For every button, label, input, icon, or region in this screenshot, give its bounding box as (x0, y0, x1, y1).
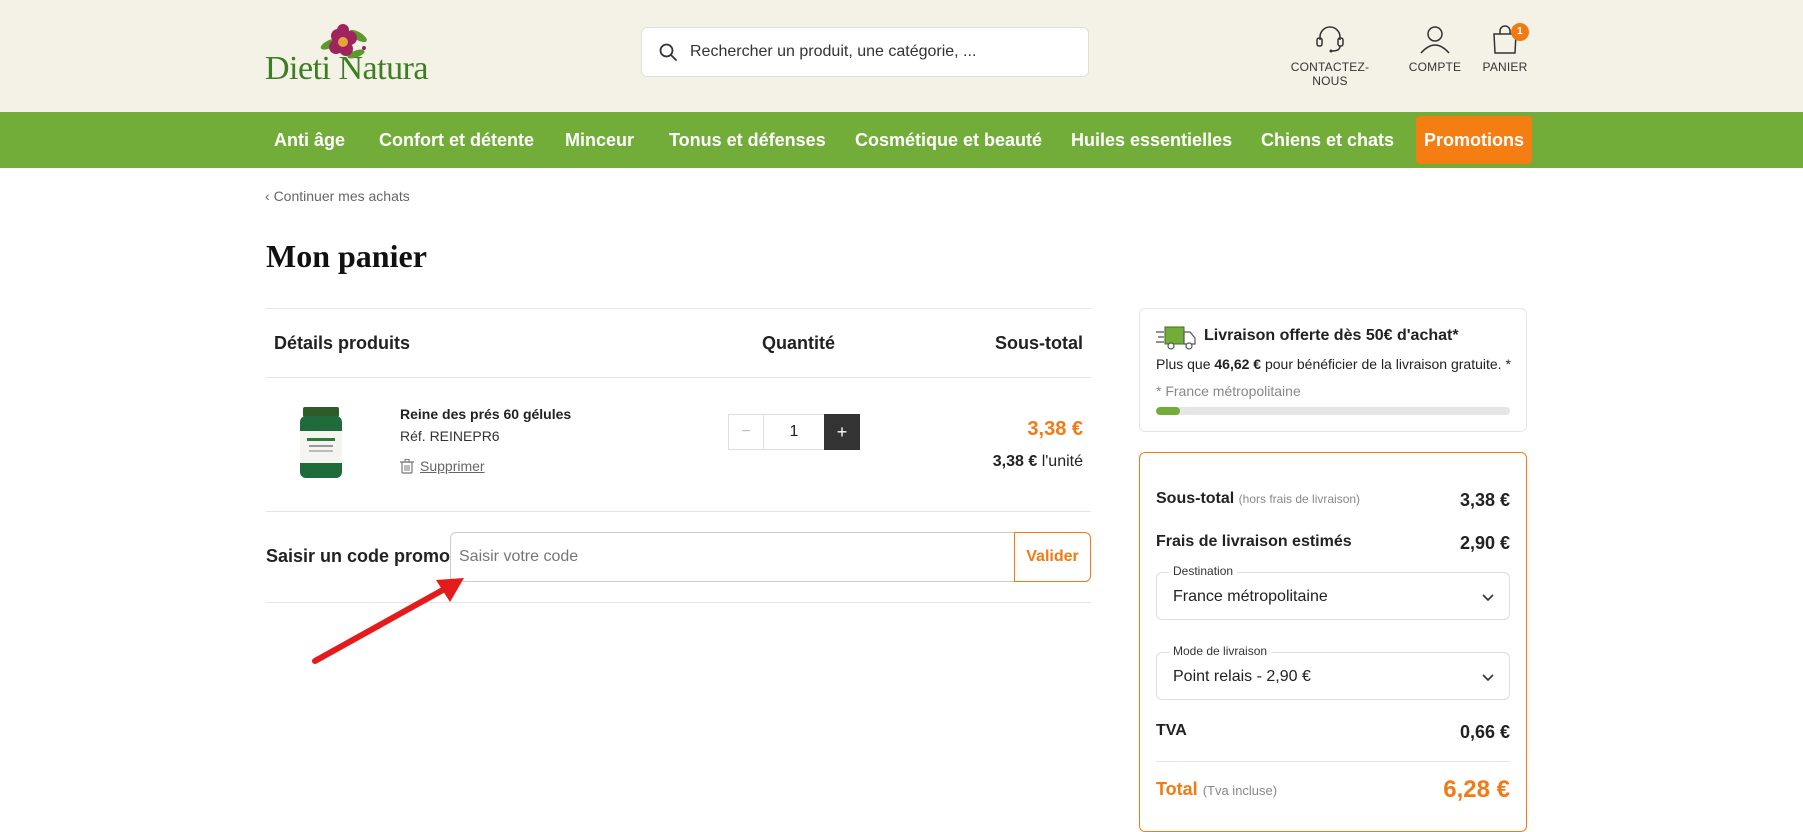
annotation-arrow (312, 578, 464, 664)
summary-subtotal-value: 3,38 € (1459, 490, 1510, 510)
increase-quantity-button[interactable]: + (824, 414, 860, 450)
summary-subtotal-label: Sous-total (1156, 490, 1235, 507)
chevron-left-icon: ‹ (265, 188, 274, 204)
delivery-mode-value: Point relais - 2,90 € (1173, 668, 1311, 685)
free-shipping-progress (1156, 407, 1510, 415)
delivery-mode-legend: Mode de livraison (1169, 644, 1272, 658)
remaining-suffix: pour bénéficier de la livraison gratuite… (1261, 356, 1511, 372)
col-header-subtotal: Sous-total (995, 333, 1083, 353)
summary-tva-row: TVA 0,66 € (1156, 722, 1510, 742)
nav-item-tonus[interactable]: Tonus et défenses (669, 112, 826, 168)
site-logo[interactable]: Dieti Natura (265, 22, 460, 87)
divider (266, 308, 1091, 309)
destination-value: France métropolitaine (1173, 588, 1328, 605)
delivery-mode-select[interactable]: Mode de livraison Point relais - 2,90 € (1156, 644, 1510, 700)
summary-tva-value: 0,66 € (1459, 722, 1510, 742)
user-icon (1420, 26, 1450, 54)
promo-code-input[interactable] (451, 533, 1015, 581)
nav-item-huiles[interactable]: Huiles essentielles (1071, 112, 1232, 168)
nav-item-confort[interactable]: Confort et détente (379, 112, 534, 168)
validate-promo-button[interactable]: Valider (1014, 532, 1091, 582)
cart-link[interactable]: 1 PANIER (1475, 23, 1535, 74)
trash-icon (400, 458, 414, 474)
account-label: COMPTE (1408, 60, 1462, 74)
decrease-quantity-button[interactable]: − (728, 414, 764, 450)
main-nav: Anti âge Confort et détente Minceur Tonu… (0, 112, 1803, 168)
delete-item-button[interactable]: Supprimer (400, 458, 485, 474)
free-shipping-progress-fill (1156, 407, 1181, 415)
logo-wordmark: Dieti Natura (265, 50, 429, 87)
search-input[interactable] (690, 43, 1070, 61)
contact-label: CONTACTEZ-NOUS (1290, 60, 1370, 88)
summary-shipping-row: Frais de livraison estimés 2,90 € (1156, 533, 1510, 553)
quantity-input[interactable]: 1 (764, 414, 824, 450)
remaining-prefix: Plus que (1156, 356, 1215, 372)
nav-item-cosmetique[interactable]: Cosmétique et beauté (855, 112, 1042, 168)
chevron-down-icon (1482, 594, 1494, 602)
delete-item-label: Supprimer (420, 458, 485, 474)
delivery-truck-icon (1156, 326, 1196, 350)
contact-link[interactable]: CONTACTEZ-NOUS (1275, 24, 1385, 88)
product-name[interactable]: Reine des prés 60 gélules (400, 406, 571, 422)
cart-label: PANIER (1482, 60, 1528, 74)
product-image[interactable] (297, 405, 345, 481)
divider (266, 511, 1091, 512)
nav-item-anti-age[interactable]: Anti âge (274, 112, 345, 168)
destination-legend: Destination (1169, 564, 1238, 578)
order-summary-panel: Sous-total (hors frais de livraison) 3,3… (1139, 452, 1527, 832)
continue-shopping-link[interactable]: ‹ Continuer mes achats (265, 188, 410, 204)
summary-shipping-label: Frais de livraison estimés (1156, 533, 1352, 550)
page-title: Mon panier (266, 238, 427, 274)
free-shipping-note: * France métropolitaine (1156, 383, 1301, 399)
summary-total-label: Total (1156, 779, 1198, 799)
free-shipping-remaining: Plus que 46,62 € pour bénéficier de la l… (1156, 356, 1511, 372)
divider (1156, 761, 1510, 762)
nav-item-chiens-chats[interactable]: Chiens et chats (1261, 112, 1394, 168)
line-total: 3,38 € (1027, 418, 1083, 440)
nav-item-promotions[interactable]: Promotions (1416, 116, 1533, 164)
account-link[interactable]: COMPTE (1400, 24, 1470, 74)
continue-shopping-label: Continuer mes achats (273, 188, 410, 204)
col-header-product: Détails produits (274, 333, 411, 353)
summary-total-hint: (Tva incluse) (1202, 783, 1278, 798)
remaining-amount: 46,62 € (1214, 356, 1262, 372)
nav-item-minceur[interactable]: Minceur (565, 112, 634, 168)
unit-price-suffix: l'unité (1037, 453, 1083, 470)
cart-count-badge: 1 (1511, 23, 1529, 41)
col-header-quantity: Quantité (762, 333, 836, 353)
summary-subtotal-hint: (hors frais de livraison) (1238, 492, 1361, 506)
summary-total-value: 6,28 € (1443, 776, 1510, 803)
summary-subtotal-row: Sous-total (hors frais de livraison) 3,3… (1156, 490, 1510, 510)
search-icon[interactable] (658, 42, 678, 62)
headset-icon (1316, 26, 1344, 53)
promo-code-field[interactable] (450, 532, 1015, 582)
summary-tva-label: TVA (1156, 722, 1187, 739)
site-header: Dieti Natura CONTACTEZ-NOUS COMPTE 1 (0, 0, 1803, 112)
free-shipping-title: Livraison offerte dès 50€ d'achat* (1204, 327, 1459, 344)
unit-price: 3,38 € l'unité (993, 453, 1083, 471)
search-bar[interactable] (641, 27, 1089, 77)
product-ref: Réf. REINEPR6 (400, 428, 500, 444)
summary-shipping-value: 2,90 € (1459, 533, 1510, 553)
quantity-stepper: − 1 + (728, 414, 860, 450)
divider (266, 377, 1091, 378)
destination-select[interactable]: Destination France métropolitaine (1156, 564, 1510, 620)
promo-code-label: Saisir un code promo (266, 546, 451, 566)
unit-price-value: 3,38 € (992, 453, 1038, 470)
chevron-down-icon (1482, 674, 1494, 682)
summary-total-row: Total (Tva incluse) 6,28 € (1156, 776, 1510, 803)
free-shipping-panel: Livraison offerte dès 50€ d'achat* Plus … (1139, 308, 1527, 432)
